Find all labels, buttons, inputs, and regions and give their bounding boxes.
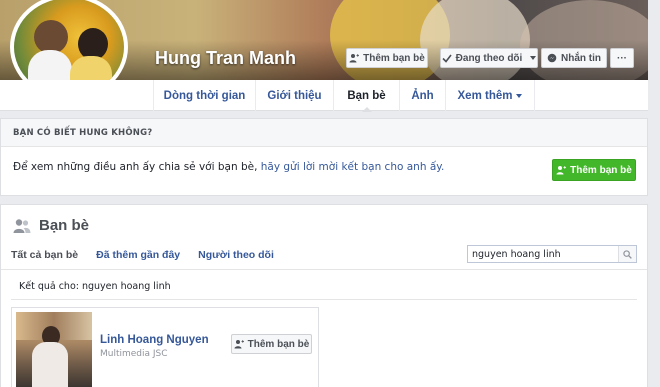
friend-card: Linh Hoang Nguyen Multimedia JSC Thêm bạ… <box>11 307 319 387</box>
more-options-button[interactable]: ··· <box>610 48 634 68</box>
divider <box>1 269 647 270</box>
friends-filter-tabs: Tất cả bạn bè Đã thêm gần đây Người theo… <box>11 249 274 261</box>
checkmark-icon <box>442 54 452 63</box>
add-friend-green-label: Thêm bạn bè <box>570 164 632 176</box>
chevron-down-icon <box>516 93 523 98</box>
add-user-icon <box>234 340 244 349</box>
suggestion-text: Để xem những điều anh ấy chia sẻ với bạn… <box>13 161 444 173</box>
avatar-figure <box>34 20 68 54</box>
chevron-down-icon <box>530 56 537 60</box>
friends-heading: Bạn bè <box>13 217 89 234</box>
following-label: Đang theo dõi <box>455 52 523 64</box>
tab-friends[interactable]: Bạn bè <box>333 80 399 112</box>
tab-timeline[interactable]: Dòng thời gian <box>153 80 255 111</box>
divider <box>11 299 637 300</box>
add-user-icon <box>556 166 567 175</box>
messenger-icon <box>547 53 557 63</box>
friends-search <box>467 245 637 263</box>
message-label: Nhắn tin <box>561 52 601 64</box>
suggestion-text-prefix: Để xem những điều anh ấy chia sẻ với bạn… <box>13 161 261 173</box>
tab-all-friends[interactable]: Tất cả bạn bè <box>11 249 78 261</box>
add-friend-button-green[interactable]: Thêm bạn bè <box>552 159 636 181</box>
tab-recently-added[interactable]: Đã thêm gần đây <box>96 249 180 261</box>
message-button[interactable]: Nhắn tin <box>541 48 607 68</box>
photo-figure <box>32 342 68 387</box>
friend-name[interactable]: Linh Hoang Nguyen <box>100 334 209 346</box>
profile-name[interactable]: Hung Tran Manh <box>155 48 296 69</box>
friend-subtitle: Multimedia JSC <box>100 349 168 359</box>
friends-section: Bạn bè Tất cả bạn bè Đã thêm gần đây Ngư… <box>0 204 648 387</box>
add-friend-button[interactable]: Thêm bạn bè <box>346 48 428 68</box>
tab-photos[interactable]: Ảnh <box>399 80 445 111</box>
tab-more[interactable]: Xem thêm <box>445 80 535 111</box>
search-icon <box>623 249 632 259</box>
friend-photo[interactable] <box>16 312 92 387</box>
send-request-link[interactable]: hãy gửi lời mời kết bạn cho anh ấy. <box>261 161 445 173</box>
tab-more-label: Xem thêm <box>457 89 513 102</box>
friends-title: Bạn bè <box>39 217 90 234</box>
tab-followers[interactable]: Người theo dõi <box>198 249 274 261</box>
add-friend-button-card[interactable]: Thêm bạn bè <box>231 334 312 354</box>
add-friend-label: Thêm bạn bè <box>363 52 425 64</box>
add-user-icon <box>349 54 360 63</box>
suggestion-heading: BẠN CÓ BIẾT HUNG KHÔNG? <box>1 119 647 147</box>
add-friend-card-label: Thêm bạn bè <box>247 338 310 350</box>
following-button[interactable]: Đang theo dõi <box>440 48 538 68</box>
search-results-label: Kết quả cho: nguyen hoang linh <box>19 281 171 292</box>
friend-suggestion-card: BẠN CÓ BIẾT HUNG KHÔNG? Để xem những điề… <box>0 118 648 196</box>
friends-icon <box>13 218 31 233</box>
friends-search-input[interactable] <box>468 246 618 262</box>
search-button[interactable] <box>618 246 636 262</box>
profile-nav: Dòng thời gian Giới thiệu Bạn bè Ảnh Xem… <box>0 80 648 112</box>
tab-about[interactable]: Giới thiệu <box>255 80 333 111</box>
